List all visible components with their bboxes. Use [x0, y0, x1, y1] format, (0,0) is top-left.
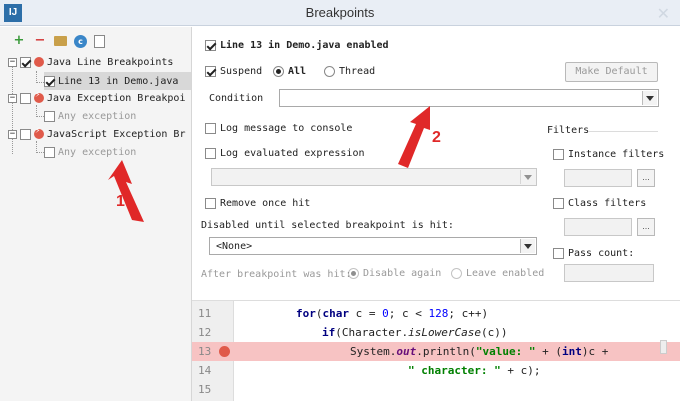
- enabled-checkbox[interactable]: [205, 40, 216, 51]
- leave-enabled-radio-button[interactable]: [451, 268, 462, 279]
- code-preview: 11 for(char c = 0; c < 128; c++) 12 if(C…: [192, 300, 680, 401]
- disable-again-radio[interactable]: Disable again: [348, 268, 441, 279]
- folder-icon[interactable]: [54, 36, 67, 46]
- suspend-row[interactable]: Suspend: [205, 66, 262, 77]
- remove-icon[interactable]: −: [33, 34, 47, 48]
- collapse-icon[interactable]: −: [8, 57, 17, 67]
- thread-label: Thread: [339, 66, 376, 77]
- pass-count-checkbox[interactable]: [553, 248, 564, 259]
- collapse-icon[interactable]: −: [8, 129, 17, 139]
- leave-enabled-label: Leave enabled: [466, 268, 545, 279]
- condition-label: Condition: [209, 93, 264, 104]
- code-line: 12 if(Character.isLowerCase(c)): [198, 326, 508, 339]
- tree-item-any-exception[interactable]: Any exception: [44, 107, 136, 125]
- scrollbar[interactable]: [660, 340, 667, 354]
- exception-breakpoint-icon: [34, 126, 44, 139]
- annotation-label-2: 2: [432, 129, 441, 146]
- suspend-label: Suspend: [220, 66, 263, 77]
- tree-group-java-exception[interactable]: − Java Exception Breakpoi: [8, 89, 185, 107]
- all-label: All: [288, 66, 307, 77]
- annotation-label-1: 1: [116, 193, 125, 210]
- pass-count-row[interactable]: Pass count:: [553, 248, 634, 259]
- tree-item-label: Java Line Breakpoints: [47, 56, 174, 68]
- tree-item-line-13[interactable]: Line 13 in Demo.java: [44, 72, 191, 90]
- disable-again-label: Disable again: [363, 268, 442, 279]
- code-line: 14 " character: " + c);: [198, 364, 541, 377]
- code-line: 11 for(char c = 0; c < 128; c++): [198, 307, 489, 320]
- item-checkbox[interactable]: [44, 110, 55, 122]
- instance-filters-label: Instance filters: [568, 149, 665, 160]
- log-message-label: Log message to console: [220, 123, 353, 134]
- tree-toolbar: + − c: [12, 33, 105, 49]
- tree-item-label: JavaScript Exception Br: [47, 128, 186, 140]
- class-filters-browse-button[interactable]: ...: [637, 218, 655, 236]
- code-line: 15: [198, 383, 212, 396]
- log-expression-checkbox[interactable]: [205, 148, 216, 159]
- log-expression-input[interactable]: [211, 168, 537, 186]
- leave-enabled-radio[interactable]: Leave enabled: [451, 268, 544, 279]
- instance-filters-row[interactable]: Instance filters: [553, 149, 664, 160]
- chevron-down-icon[interactable]: [520, 239, 535, 253]
- condition-input[interactable]: [279, 89, 659, 107]
- log-expression-label: Log evaluated expression: [220, 148, 365, 159]
- pass-count-input[interactable]: [564, 264, 654, 282]
- title-bar: IJ Breakpoints ✕: [0, 0, 680, 26]
- enabled-row[interactable]: Line 13 in Demo.java enabled: [205, 40, 389, 51]
- close-icon[interactable]: ✕: [657, 4, 670, 24]
- suspend-checkbox[interactable]: [205, 66, 216, 77]
- group-checkbox[interactable]: [20, 128, 31, 140]
- remove-once-hit-checkbox[interactable]: [205, 198, 216, 209]
- window-title: Breakpoints: [305, 5, 375, 20]
- tree-item-any-exception-js[interactable]: Any exception: [44, 143, 136, 161]
- disabled-until-label: Disabled until selected breakpoint is hi…: [201, 220, 454, 231]
- class-filters-row[interactable]: Class filters: [553, 198, 646, 209]
- chevron-down-icon[interactable]: [642, 91, 657, 105]
- class-filters-label: Class filters: [568, 198, 647, 209]
- item-checkbox[interactable]: [44, 75, 55, 87]
- instance-filters-checkbox[interactable]: [553, 149, 564, 160]
- thread-radio-button[interactable]: [324, 66, 335, 77]
- class-filters-checkbox[interactable]: [553, 198, 564, 209]
- log-expression-row[interactable]: Log evaluated expression: [205, 148, 365, 159]
- disable-again-radio-button[interactable]: [348, 268, 359, 279]
- code-line-breakpoint: 13 System.out.println("value: " + (int)c…: [192, 342, 680, 361]
- class-icon[interactable]: c: [74, 34, 87, 48]
- filters-heading: Filters: [547, 125, 590, 136]
- tree-item-label: Java Exception Breakpoi: [47, 92, 186, 104]
- add-icon[interactable]: +: [12, 34, 26, 48]
- breakpoint-icon[interactable]: [219, 346, 230, 357]
- after-hit-label: After breakpoint was hit:: [201, 269, 352, 280]
- tree-item-label: Line 13 in Demo.java: [58, 75, 179, 87]
- instance-filters-browse-button[interactable]: ...: [637, 169, 655, 187]
- chevron-down-icon[interactable]: [520, 170, 535, 184]
- document-icon[interactable]: [94, 34, 105, 48]
- make-default-button[interactable]: Make Default: [565, 62, 658, 82]
- disabled-until-select[interactable]: <None>: [209, 237, 537, 255]
- breakpoints-tree-panel: + − c − Java Line Breakpoints Line 13 in…: [0, 27, 192, 401]
- item-checkbox[interactable]: [44, 146, 55, 158]
- log-message-checkbox[interactable]: [205, 123, 216, 134]
- log-message-row[interactable]: Log message to console: [205, 123, 352, 134]
- group-checkbox[interactable]: [20, 56, 31, 68]
- all-radio-button[interactable]: [273, 66, 284, 77]
- collapse-icon[interactable]: −: [8, 93, 17, 103]
- suspend-all-radio[interactable]: All: [273, 66, 306, 77]
- group-checkbox[interactable]: [20, 92, 31, 104]
- breakpoint-icon: [34, 57, 44, 67]
- suspend-thread-radio[interactable]: Thread: [324, 66, 375, 77]
- tree-item-label: Any exception: [58, 146, 137, 158]
- enabled-label: Line 13 in Demo.java enabled: [220, 40, 389, 51]
- remove-once-hit-label: Remove once hit: [220, 198, 311, 209]
- pass-count-label: Pass count:: [568, 248, 635, 259]
- remove-once-hit-row[interactable]: Remove once hit: [205, 198, 310, 209]
- selected-option: <None>: [216, 241, 253, 252]
- tree-group-java-line[interactable]: − Java Line Breakpoints: [8, 53, 173, 71]
- exception-breakpoint-icon: [34, 90, 44, 103]
- tree-group-javascript-exception[interactable]: − JavaScript Exception Br: [8, 125, 185, 143]
- tree-item-label: Any exception: [58, 110, 137, 122]
- instance-filters-input[interactable]: [564, 169, 632, 187]
- class-filters-input[interactable]: [564, 218, 632, 236]
